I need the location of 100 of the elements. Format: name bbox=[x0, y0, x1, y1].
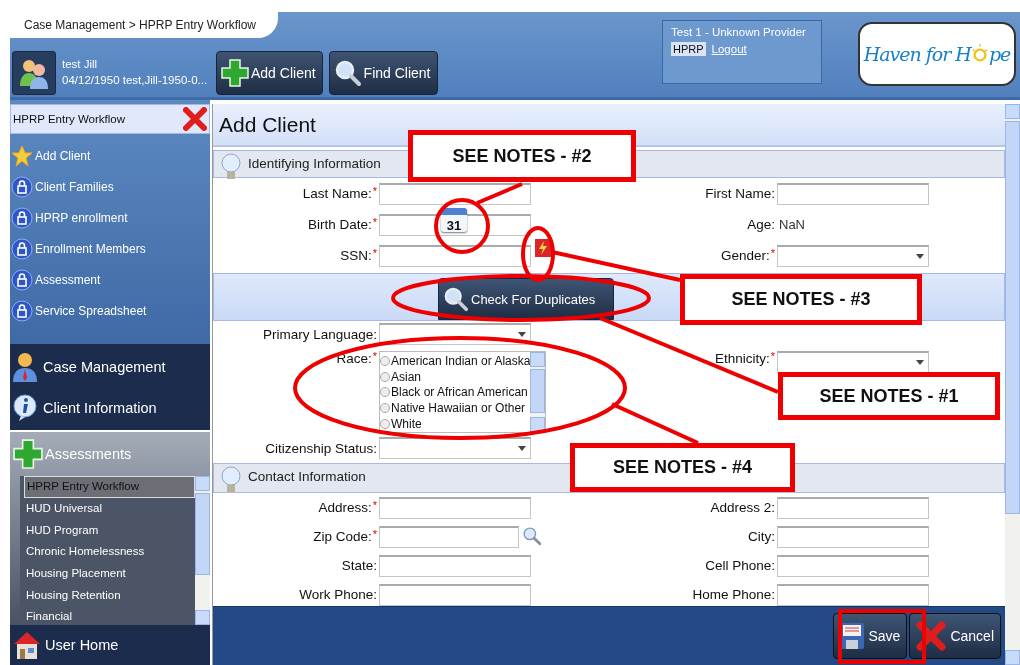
caret-icon bbox=[916, 360, 924, 365]
client-name: test Jill bbox=[62, 57, 99, 70]
leader-line bbox=[476, 182, 523, 205]
input-field[interactable] bbox=[379, 244, 531, 267]
close-icon[interactable] bbox=[183, 107, 207, 131]
lightning-icon[interactable] bbox=[535, 238, 551, 257]
form-list-entry[interactable]: Financial bbox=[24, 606, 195, 626]
field-label: Age: bbox=[747, 217, 775, 232]
input-field[interactable] bbox=[777, 525, 929, 548]
logo: Haven for H pe bbox=[858, 22, 1016, 86]
field-label: Cell Phone: bbox=[705, 558, 775, 573]
cancel-button[interactable]: Cancel bbox=[909, 613, 1001, 659]
add-client-button[interactable]: Add Client bbox=[216, 50, 323, 95]
provider-name: Test 1 - Unknown Provider bbox=[671, 26, 807, 38]
form-list-entry[interactable]: Housing Retention bbox=[24, 584, 195, 607]
callout-note: SEE NOTES - #1 bbox=[778, 372, 1000, 420]
field-label: Home Phone: bbox=[692, 587, 775, 602]
program-badge: HPRP bbox=[671, 42, 706, 56]
client-details: 04/12/1950 test,Jill-1950-0... bbox=[62, 73, 209, 86]
form-list-entry[interactable]: Chronic Homelessness bbox=[24, 541, 195, 563]
input-field[interactable] bbox=[379, 583, 531, 606]
field-label: SSN: bbox=[340, 248, 372, 263]
breadcrumb: Case Management > HPRP Entry Workflow bbox=[10, 12, 278, 38]
caret-icon bbox=[916, 253, 924, 259]
lock-icon bbox=[11, 299, 33, 322]
field-label: Address 2: bbox=[710, 500, 775, 515]
save-button[interactable]: Save bbox=[833, 613, 908, 659]
field-label: Address: bbox=[318, 500, 372, 515]
caret-icon bbox=[518, 332, 526, 337]
input-field[interactable] bbox=[379, 496, 531, 519]
radio-option[interactable]: Native Hawaiian or Other bbox=[380, 400, 531, 417]
search-icon bbox=[443, 286, 469, 312]
workflow-title: HPRP Entry Workflow bbox=[13, 113, 126, 125]
required-marker: * bbox=[372, 248, 377, 259]
info-icon bbox=[12, 393, 38, 422]
field-label: Gender: bbox=[720, 248, 770, 263]
input-field[interactable] bbox=[379, 182, 531, 205]
workflow-step[interactable]: HPRP enrollment bbox=[10, 202, 210, 233]
scrollbar[interactable] bbox=[530, 352, 546, 432]
lock-icon bbox=[11, 237, 33, 260]
dropdown[interactable] bbox=[777, 244, 929, 267]
section-title: Contact Information bbox=[248, 468, 366, 486]
field-label: First Name: bbox=[705, 186, 775, 201]
field-label: Birth Date: bbox=[307, 217, 372, 232]
nav-item[interactable]: Client Information bbox=[10, 393, 210, 422]
required-marker: * bbox=[372, 500, 377, 511]
plus-icon bbox=[221, 58, 249, 87]
field-label: City: bbox=[748, 529, 775, 544]
input-field[interactable] bbox=[777, 554, 929, 577]
callout-note: SEE NOTES - #4 bbox=[570, 443, 795, 492]
field-label: Zip Code: bbox=[313, 529, 372, 544]
radio-option[interactable]: White bbox=[380, 416, 531, 432]
radio-option[interactable]: Asian bbox=[380, 368, 531, 385]
person-icon bbox=[12, 351, 38, 382]
section-title: Identifying Information bbox=[248, 155, 381, 173]
field-label: Primary Language: bbox=[262, 326, 377, 342]
scrollbar[interactable] bbox=[1005, 104, 1020, 665]
field-label: Last Name: bbox=[302, 186, 372, 201]
workflow-step[interactable]: Client Families bbox=[10, 171, 210, 202]
field-label: Work Phone: bbox=[299, 587, 377, 602]
client-avatar-button[interactable] bbox=[12, 50, 56, 95]
form-list-entry[interactable]: HUD Program bbox=[24, 519, 195, 542]
required-marker: * bbox=[372, 186, 377, 197]
form-list-entry[interactable]: HPRP Entry Workflow bbox=[24, 476, 195, 499]
plus-icon bbox=[13, 439, 43, 470]
house-icon bbox=[12, 630, 42, 661]
required-marker: * bbox=[372, 351, 377, 362]
cancel-x-icon bbox=[916, 621, 947, 651]
search-icon[interactable] bbox=[522, 525, 542, 546]
form-list-entry[interactable]: HUD Universal bbox=[24, 498, 195, 520]
workflow-step[interactable]: Service Spreadsheet bbox=[10, 295, 210, 326]
input-field[interactable] bbox=[777, 583, 929, 606]
callout-note: SEE NOTES - #3 bbox=[680, 274, 922, 325]
assessments-title: Assessments bbox=[45, 446, 132, 463]
user-home-item[interactable]: User Home bbox=[10, 625, 210, 665]
workflow-step[interactable]: Enrollment Members bbox=[10, 233, 210, 264]
age-value: NaN bbox=[778, 217, 805, 232]
dropdown[interactable] bbox=[379, 437, 531, 459]
form-list-entry[interactable]: Housing Placement bbox=[24, 563, 195, 585]
radio-option[interactable]: American Indian or Alaska bbox=[380, 353, 531, 369]
dropdown[interactable] bbox=[777, 351, 929, 373]
search-icon bbox=[333, 58, 362, 87]
input-field[interactable] bbox=[777, 496, 929, 519]
required-marker: * bbox=[372, 529, 377, 540]
page-title: Add Client bbox=[219, 112, 316, 137]
input-field[interactable] bbox=[379, 525, 519, 548]
workflow-step[interactable]: Assessment bbox=[10, 264, 210, 295]
lock-icon bbox=[11, 268, 33, 291]
input-field[interactable] bbox=[777, 182, 929, 205]
caret-icon bbox=[518, 446, 526, 451]
nav-item[interactable]: Case Management bbox=[10, 351, 210, 382]
find-client-button[interactable]: Find Client bbox=[328, 50, 438, 95]
input-field[interactable] bbox=[379, 554, 531, 577]
workflow-step[interactable]: Add Client bbox=[10, 140, 210, 171]
scrollbar[interactable] bbox=[195, 476, 210, 626]
callout-note: SEE NOTES - #2 bbox=[408, 130, 636, 182]
field-label: Citizenship Status: bbox=[265, 440, 377, 456]
required-marker: * bbox=[770, 248, 775, 259]
radio-option[interactable]: Black or African American bbox=[380, 384, 531, 401]
field-label: Ethnicity: bbox=[714, 351, 770, 366]
